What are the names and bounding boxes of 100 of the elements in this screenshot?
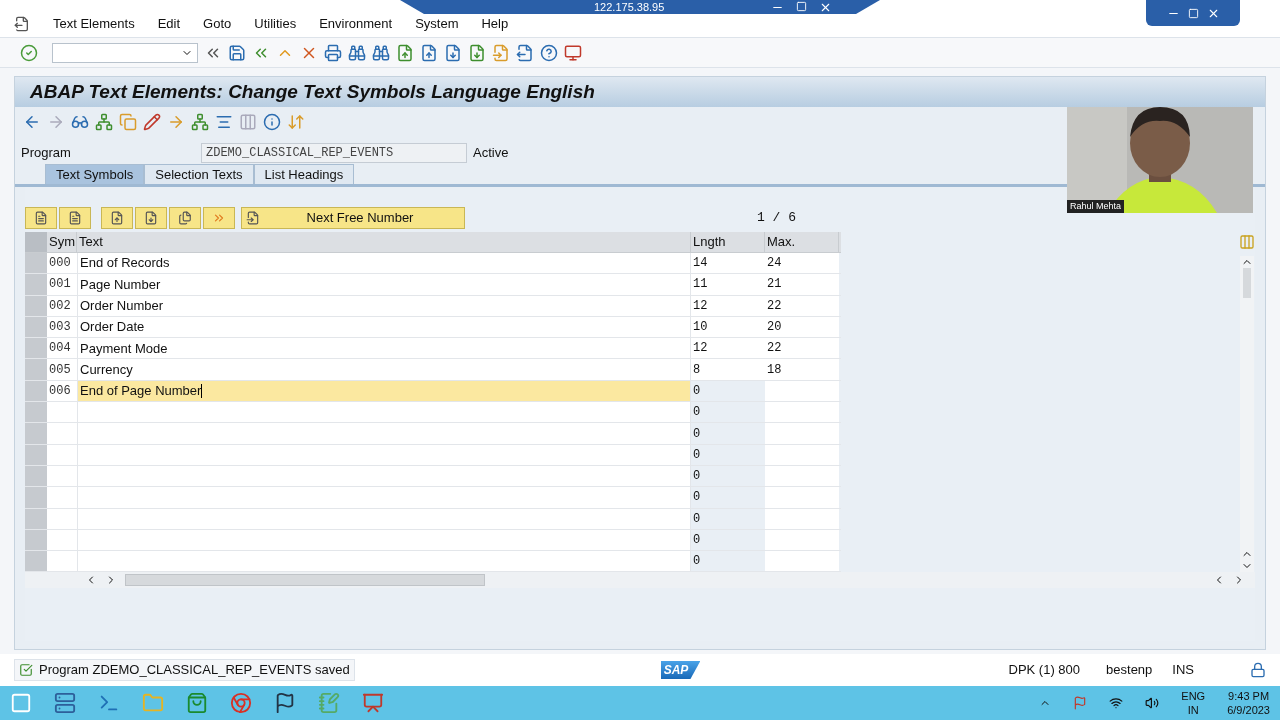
volume-icon[interactable]	[1145, 696, 1160, 710]
column-settings-icon[interactable]	[1239, 234, 1255, 250]
table-cell: 002	[47, 295, 77, 316]
pencil-icon[interactable]	[143, 113, 161, 131]
table-cell: 12	[691, 295, 765, 316]
text-field[interactable]	[77, 508, 691, 529]
menu-item[interactable]: Help	[481, 13, 509, 34]
flag-icon[interactable]	[1073, 696, 1088, 710]
menu-item[interactable]: Utilities	[254, 13, 297, 34]
table-cell: 20	[765, 316, 839, 338]
table-cell: 005	[47, 359, 77, 380]
tab[interactable]: Text Symbols	[45, 164, 145, 184]
text-field[interactable]	[77, 402, 691, 423]
text-field[interactable]	[77, 551, 691, 572]
find-next-icon[interactable]	[372, 43, 390, 62]
region[interactable]: IN	[1187, 703, 1199, 717]
forward-icon	[212, 211, 226, 225]
text-field[interactable]: Payment Mode	[77, 338, 691, 359]
system-info: DPK (1) 800	[1008, 661, 1081, 680]
copy-icon[interactable]	[119, 113, 137, 131]
help-icon[interactable]	[540, 43, 558, 62]
text-field[interactable]: End of Page Number	[77, 380, 691, 402]
menu-item[interactable]: Environment	[319, 13, 393, 34]
glasses-icon[interactable]	[71, 113, 89, 131]
menu-item[interactable]: Goto	[203, 13, 232, 34]
table-cell	[47, 551, 77, 572]
column-header: Sym	[47, 232, 77, 252]
clock-date[interactable]: 6/9/2023	[1227, 703, 1270, 717]
menu-item[interactable]: Edit	[157, 13, 181, 34]
sort-icon[interactable]	[287, 113, 305, 131]
table-cell: 001	[47, 274, 77, 295]
text-field[interactable]	[77, 444, 691, 465]
presentation-icon[interactable]	[362, 692, 384, 714]
text-field[interactable]: Page Number	[77, 274, 691, 295]
document-icon	[246, 211, 260, 225]
clock-time[interactable]: 9:43 PM	[1228, 689, 1270, 703]
align-icon[interactable]	[215, 113, 233, 131]
text-field[interactable]: Order Date	[77, 316, 691, 338]
info-icon[interactable]	[263, 113, 281, 131]
table-cell: 12	[691, 338, 765, 359]
text-field[interactable]: End of Records	[77, 253, 691, 274]
restore-icon[interactable]	[1187, 7, 1199, 19]
menu-item[interactable]: System	[415, 13, 459, 34]
restore-icon[interactable]	[796, 0, 807, 12]
text-field[interactable]: Currency	[77, 359, 691, 380]
toolbar-button[interactable]	[135, 207, 167, 229]
toolbar-button[interactable]	[169, 207, 201, 229]
screen-title: ABAP Text Elements: Change Text Symbols Language English	[15, 77, 1265, 107]
table-cell: 22	[765, 338, 839, 359]
text-field[interactable]	[77, 423, 691, 444]
table-cell: 18	[765, 359, 839, 380]
columns-icon[interactable]	[239, 113, 257, 131]
command-field[interactable]	[52, 42, 198, 63]
tab[interactable]: List Headings	[253, 164, 355, 184]
text-field[interactable]	[77, 529, 691, 551]
toolbar-button[interactable]	[59, 207, 91, 229]
table-cell: 24	[765, 253, 839, 274]
lock-icon[interactable]	[1250, 662, 1266, 678]
table-cell: 22	[765, 295, 839, 316]
find-icon[interactable]	[348, 43, 366, 62]
toolbar-button[interactable]	[25, 207, 57, 229]
tab[interactable]: Selection Texts	[144, 164, 254, 184]
next-free-number-button[interactable]: Next Free Number	[241, 207, 465, 229]
move-icon[interactable]	[167, 113, 185, 131]
menu-icon[interactable]	[14, 15, 30, 32]
text-cursor	[201, 383, 203, 398]
horizontal-scrollbar[interactable]	[25, 572, 1255, 589]
program-field[interactable]: ZDEMO_CLASSICAL_REP_EVENTS	[201, 143, 467, 163]
vertical-scrollbar[interactable]	[1240, 256, 1254, 573]
scroll-thumb[interactable]	[125, 574, 485, 587]
text-field[interactable]: Order Number	[77, 295, 691, 316]
table-cell	[47, 444, 77, 465]
hierarchy-icon[interactable]	[191, 113, 209, 131]
menu-item[interactable]: Text Elements	[53, 13, 135, 34]
browser-icon[interactable]	[230, 692, 252, 714]
text-field[interactable]	[77, 487, 691, 508]
table-cell: 10	[691, 316, 765, 338]
table-cell: 14	[691, 253, 765, 274]
check-icon[interactable]	[20, 43, 38, 62]
sap-logo: SAP	[660, 661, 701, 679]
table-cell	[47, 423, 77, 444]
table-cell	[47, 508, 77, 529]
forward-arrow-icon[interactable]	[47, 113, 65, 131]
server-icon[interactable]	[54, 692, 76, 714]
table-cell	[47, 529, 77, 551]
toolbar-button[interactable]	[101, 207, 133, 229]
save-icon[interactable]	[228, 43, 246, 62]
language[interactable]: ENG	[1181, 689, 1206, 703]
column-header: Text	[77, 232, 691, 252]
column-header: Max.	[765, 232, 839, 252]
print-icon[interactable]	[324, 43, 342, 62]
program-label: Program	[21, 144, 72, 163]
input-mode: INS	[1172, 661, 1194, 680]
column-header: Lngth	[691, 232, 765, 252]
store-icon[interactable]	[186, 692, 208, 714]
text-field[interactable]	[77, 465, 691, 487]
network-icon[interactable]	[1109, 696, 1124, 710]
scroll-thumb[interactable]	[1243, 268, 1251, 298]
remote-address: 122.175.38.95	[594, 0, 665, 15]
program-status: Active	[473, 144, 509, 163]
